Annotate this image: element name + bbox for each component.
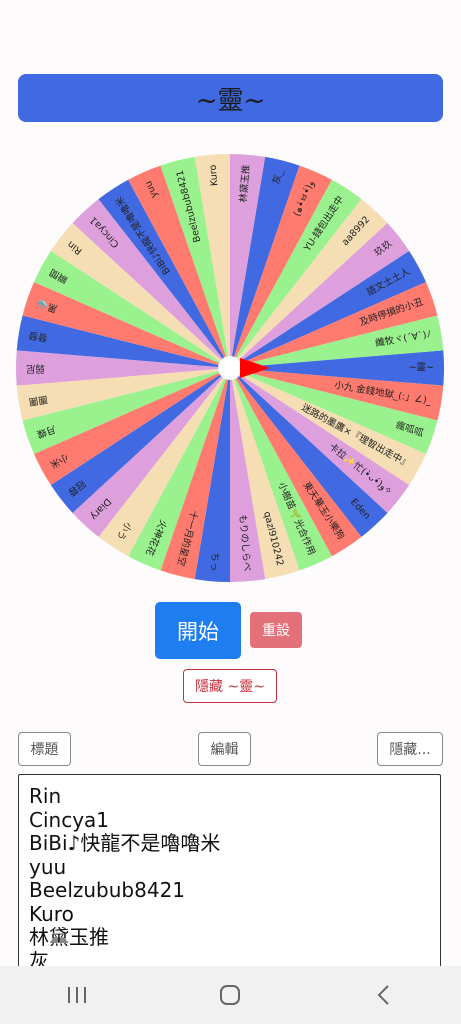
hide-result-button[interactable]: 隱藏 ~靈~: [183, 669, 277, 703]
system-navigation-bar: [0, 966, 461, 1024]
title-bar: ~靈~: [18, 74, 443, 122]
wheel-slice-label: Kuro: [208, 164, 221, 186]
home-button[interactable]: [200, 975, 260, 1015]
entry-line: BiBi♪快龍不是嚕嚕米: [29, 831, 221, 855]
edit-button[interactable]: 編輯: [198, 732, 251, 766]
hide-options-button[interactable]: 隱藏...: [377, 732, 443, 766]
entry-line: Cincya1: [29, 807, 110, 832]
wheel-title: ~靈~: [195, 85, 266, 116]
wheel-slice-label: ちっ: [208, 552, 221, 572]
recent-apps-button[interactable]: [47, 975, 107, 1015]
back-icon: [377, 985, 389, 1005]
back-button[interactable]: [354, 975, 414, 1015]
wheel-center-hub: [218, 356, 242, 380]
entry-line: Rin: [29, 784, 62, 808]
entry-line: Kuro: [29, 901, 74, 926]
home-icon: [220, 985, 241, 1005]
entry-line: yuu: [29, 854, 67, 879]
reset-button[interactable]: 重設: [250, 612, 302, 648]
entry-line: Beelzubub8421: [29, 878, 186, 902]
wheel-slice-label: ~靈~: [409, 363, 434, 374]
title-button[interactable]: 標題: [18, 732, 71, 766]
recent-apps-icon: [67, 987, 86, 1003]
start-button[interactable]: 開始: [155, 602, 241, 659]
spin-wheel[interactable]: ~靈~小九 金錢地獄_(:」∠)_瘋呱呱迷路的墨鷹×『理智出走中』卡拉✨忙(•̀…: [14, 152, 446, 584]
entry-line: 林黛玉推: [29, 925, 109, 949]
entries-textarea[interactable]: Rin Cincya1 BiBi♪快龍不是嚕嚕米 yuu Beelzubub84…: [18, 774, 441, 974]
wheel-slice-label: 弱尼: [26, 363, 45, 374]
